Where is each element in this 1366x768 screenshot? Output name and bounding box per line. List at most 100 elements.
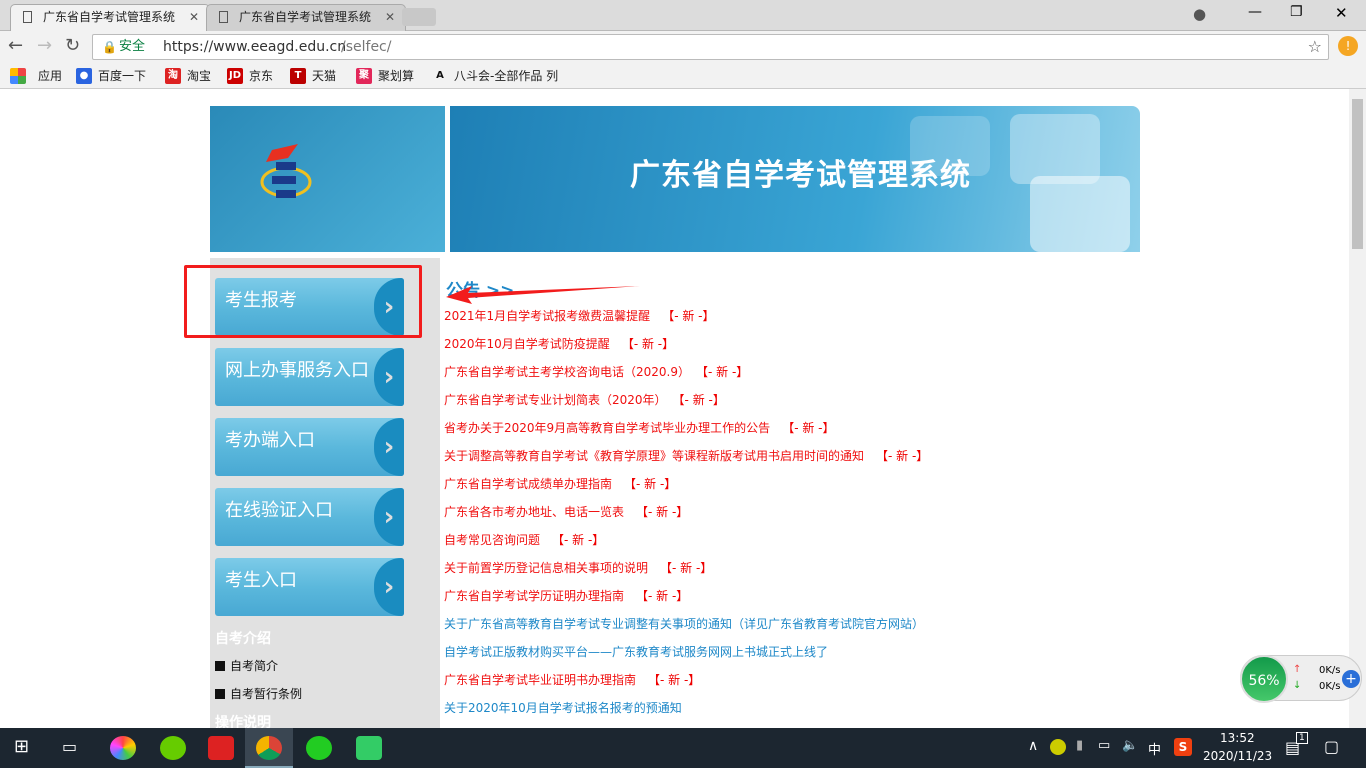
notice-item[interactable]: 广东省各市考办地址、电话一览表 【- 新 -】 — [444, 503, 688, 520]
ime-indicator[interactable]: 中 — [1148, 739, 1161, 758]
notice-item[interactable]: 广东省自学考试专业计划简表（2020年） 【- 新 -】 — [444, 391, 725, 408]
notice-item[interactable]: 广东省自学考试毕业证明书办理指南 【- 新 -】 — [444, 671, 700, 688]
bookmark-label: 应用 — [38, 69, 63, 83]
notice-link[interactable]: 广东省各市考办地址、电话一览表 — [444, 505, 624, 519]
notice-item[interactable]: 关于广东省高等教育自学考试专业调整有关事项的通知（详见广东省教育考试院官方网站） — [444, 615, 924, 632]
plus-icon[interactable]: + — [1342, 670, 1360, 688]
forward-icon[interactable]: → — [37, 35, 52, 56]
new-tab-button[interactable] — [402, 8, 436, 26]
link-label: 自考简介 — [230, 659, 279, 673]
minimize-button[interactable]: — — [1248, 4, 1262, 20]
notice-link[interactable]: 自学考试正版教材购买平台——广东教育考试服务网网上书城正式上线了 — [444, 645, 828, 659]
extension-icon[interactable]: ! — [1338, 36, 1358, 56]
profile-icon[interactable]: ● — [1193, 5, 1206, 23]
annotation-arrow — [446, 286, 640, 304]
address-bar[interactable]: 🔒 安全 https://www.eeagd.edu.cn /selfec/ ☆ — [92, 34, 1329, 60]
bullet-arrow-icon — [215, 661, 225, 671]
nav-label: 在线验证入口 — [225, 500, 333, 521]
notice-link[interactable]: 自考常见咨询问题 — [444, 533, 540, 547]
app-icon-netease-music[interactable] — [208, 736, 234, 760]
notice-item[interactable]: 省考办关于2020年9月高等教育自学考试毕业办理工作的公告 【- 新 -】 — [444, 419, 834, 436]
close-window-button[interactable]: ✕ — [1335, 4, 1348, 22]
memory-usage-ball[interactable]: 56% — [1240, 655, 1288, 703]
new-badge: 【- 新 -】 — [702, 365, 749, 379]
wechat-icon[interactable] — [306, 736, 332, 760]
download-arrow-icon: ↓ — [1293, 680, 1302, 691]
upload-arrow-icon: ↑ — [1293, 664, 1302, 675]
nav-exam-office[interactable]: 考办端入口 › — [215, 418, 404, 476]
new-badge: 【- 新 -】 — [624, 477, 677, 491]
bookmark-label: 百度一下 — [98, 69, 147, 83]
notice-item[interactable]: 关于调整高等教育自学考试《教育学原理》等课程新版考试用书启用时间的通知 【- 新 … — [444, 447, 928, 464]
usb-icon[interactable]: ▮ — [1076, 738, 1083, 753]
notice-link[interactable]: 关于广东省高等教育自学考试专业调整有关事项的通知（详见广东省教育考试院官方网站） — [444, 617, 924, 631]
bookmark-tmall[interactable]: T 天猫 — [290, 66, 336, 86]
notice-item[interactable]: 2021年1月自学考试报考缴费温馨提醒 【- 新 -】 — [444, 307, 714, 324]
banner: 广东省自学考试管理系统 — [450, 106, 1140, 252]
battery-icon[interactable]: ▭ — [1098, 738, 1110, 753]
reload-icon[interactable]: ↻ — [65, 35, 80, 56]
notice-link[interactable]: 广东省自学考试主考学校咨询电话（2020.9） — [444, 365, 690, 379]
notice-link[interactable]: 2021年1月自学考试报考缴费温馨提醒 — [444, 309, 650, 323]
bookmark-baidu[interactable]: ● 百度一下 — [76, 66, 146, 86]
link-regulations[interactable]: 自考暂行条例 — [215, 685, 302, 702]
scrollbar-thumb[interactable] — [1352, 99, 1363, 249]
notice-item[interactable]: 关于2020年10月自学考试报名报考的预通知 — [444, 699, 682, 716]
bookmark-taobao[interactable]: 淘淘宝 — [165, 66, 211, 86]
nav-online-services[interactable]: 网上办事服务入口 › — [215, 348, 404, 406]
download-speed: 0K/s — [1319, 681, 1341, 692]
app-icon-notes[interactable] — [356, 736, 382, 760]
notice-item[interactable]: 自考常见咨询问题 【- 新 -】 — [444, 531, 604, 548]
tab-1[interactable]: 广东省自学考试管理系统 ✕ — [10, 4, 210, 31]
tab-2[interactable]: 广东省自学考试管理系统 ✕ — [206, 4, 406, 31]
app-icon-security-guard[interactable] — [160, 736, 186, 760]
app-icon-browser360[interactable] — [110, 736, 136, 760]
clock-date[interactable]: 2020/11/23 — [1203, 749, 1272, 763]
notice-link[interactable]: 关于前置学历登记信息相关事项的说明 — [444, 561, 648, 575]
task-view-icon[interactable]: ▭ — [62, 737, 77, 756]
new-badge: 【- 新 -】 — [636, 589, 689, 603]
notice-link[interactable]: 关于2020年10月自学考试报名报考的预通知 — [444, 701, 682, 715]
bookmark-jd[interactable]: JD 京东 — [227, 66, 273, 86]
notice-item[interactable]: 广东省自学考试成绩单办理指南 【- 新 -】 — [444, 475, 676, 492]
bookmark-apps[interactable]: 应用 — [10, 66, 62, 86]
notice-item[interactable]: 广东省自学考试主考学校咨询电话（2020.9） 【- 新 -】 — [444, 363, 748, 380]
bookmark-star-icon[interactable]: ☆ — [1308, 35, 1322, 59]
lock-icon: 🔒 — [102, 40, 117, 54]
notice-item[interactable]: 广东省自学考试学历证明办理指南 【- 新 -】 — [444, 587, 688, 604]
notice-link[interactable]: 广东省自学考试专业计划简表（2020年） — [444, 393, 667, 407]
close-tab-icon[interactable]: ✕ — [189, 5, 199, 29]
bookmark-juhuasuan[interactable]: 聚聚划算 — [356, 66, 414, 86]
link-intro[interactable]: 自考简介 — [215, 657, 278, 674]
chrome-icon[interactable] — [256, 736, 282, 760]
notice-link[interactable]: 广东省自学考试学历证明办理指南 — [444, 589, 624, 603]
windows-start-icon[interactable]: ⊞ — [14, 736, 29, 757]
sogou-ime-icon[interactable]: S — [1174, 738, 1192, 756]
nav-candidate-entry[interactable]: 考生入口 › — [215, 558, 404, 616]
notice-link[interactable]: 关于调整高等教育自学考试《教育学原理》等课程新版考试用书启用时间的通知 — [444, 449, 864, 463]
nav-label: 网上办事服务入口 — [225, 360, 369, 381]
nav-online-verification[interactable]: 在线验证入口 › — [215, 488, 404, 546]
notice-link[interactable]: 广东省自学考试毕业证明书办理指南 — [444, 673, 636, 687]
close-tab-icon[interactable]: ✕ — [385, 5, 395, 29]
notice-link[interactable]: 广东省自学考试成绩单办理指南 — [444, 477, 612, 491]
notice-item[interactable]: 关于前置学历登记信息相关事项的说明 【- 新 -】 — [444, 559, 712, 576]
notice-link[interactable]: 2020年10月自学考试防疫提醒 — [444, 337, 610, 351]
page-icon — [219, 11, 228, 23]
bookmark-badouhui[interactable]: A 八斗会-全部作品 列 — [432, 66, 558, 86]
page-icon — [23, 11, 32, 23]
back-icon[interactable]: ← — [8, 35, 23, 56]
action-center-icon[interactable]: ▢ — [1324, 737, 1339, 756]
show-hidden-icons-chevron[interactable]: ∧ — [1028, 738, 1038, 754]
scrollbar[interactable] — [1349, 89, 1366, 728]
maximize-button[interactable]: ❐ — [1290, 4, 1303, 20]
volume-icon[interactable]: 🔈 — [1122, 738, 1138, 753]
bookmark-label: 天猫 — [312, 69, 337, 83]
security-tray-icon[interactable] — [1050, 739, 1066, 755]
notice-item[interactable]: 自学考试正版教材购买平台——广东教育考试服务网网上书城正式上线了 — [444, 643, 828, 660]
notice-link[interactable]: 省考办关于2020年9月高等教育自学考试毕业办理工作的公告 — [444, 421, 770, 435]
notice-item[interactable]: 2020年10月自学考试防疫提醒 【- 新 -】 — [444, 335, 674, 352]
bookmark-label: 聚划算 — [378, 69, 415, 83]
juhuasuan-icon: 聚 — [356, 68, 372, 84]
clock-time[interactable]: 13:52 — [1220, 731, 1255, 745]
